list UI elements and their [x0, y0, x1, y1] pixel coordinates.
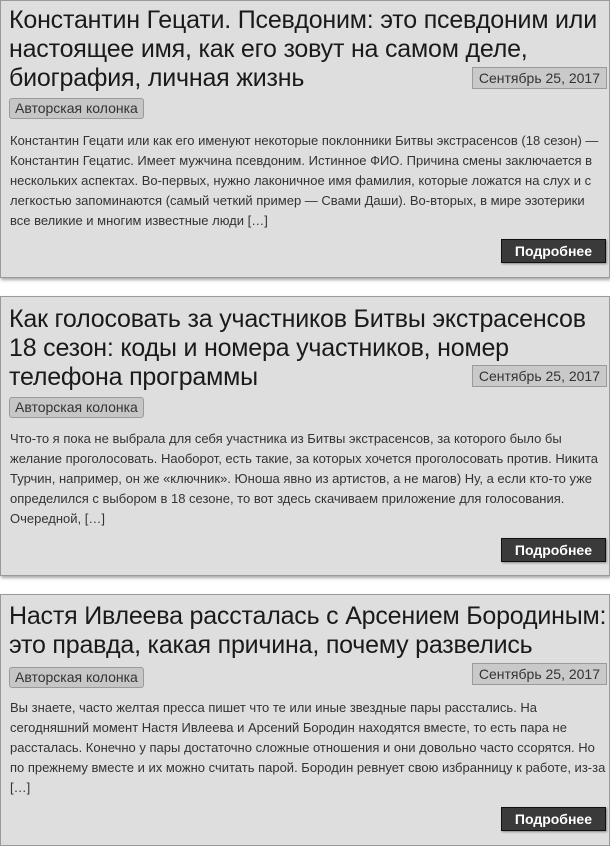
post-card: Как голосовать за участников Битвы экстр… — [0, 296, 610, 576]
read-more-button[interactable]: Подробнее — [500, 807, 606, 831]
post-date: Сентябрь 25, 2017 — [471, 663, 607, 685]
post-date: Сентябрь 25, 2017 — [471, 67, 607, 89]
category-tag[interactable]: Авторская колонка — [9, 98, 144, 119]
post-excerpt: Что-то я пока не выбрала для себя участн… — [10, 431, 599, 526]
post-card: Константин Гецати. Псевдоним: это псевдо… — [0, 0, 610, 278]
post-date: Сентябрь 25, 2017 — [471, 365, 607, 387]
read-more-button[interactable]: Подробнее — [500, 538, 606, 562]
post-card: Настя Ивлеева рассталась с Арсением Боро… — [0, 594, 610, 846]
read-more-button[interactable]: Подробнее — [500, 239, 606, 263]
post-title[interactable]: Настя Ивлеева рассталась с Арсением Боро… — [9, 602, 609, 660]
post-excerpt: Константин Гецати или как его именуют не… — [10, 133, 599, 228]
post-excerpt: Вы знаете, часто желтая пресса пишет что… — [10, 700, 606, 795]
category-tag[interactable]: Авторская колонка — [9, 397, 144, 418]
category-tag[interactable]: Авторская колонка — [9, 667, 144, 688]
